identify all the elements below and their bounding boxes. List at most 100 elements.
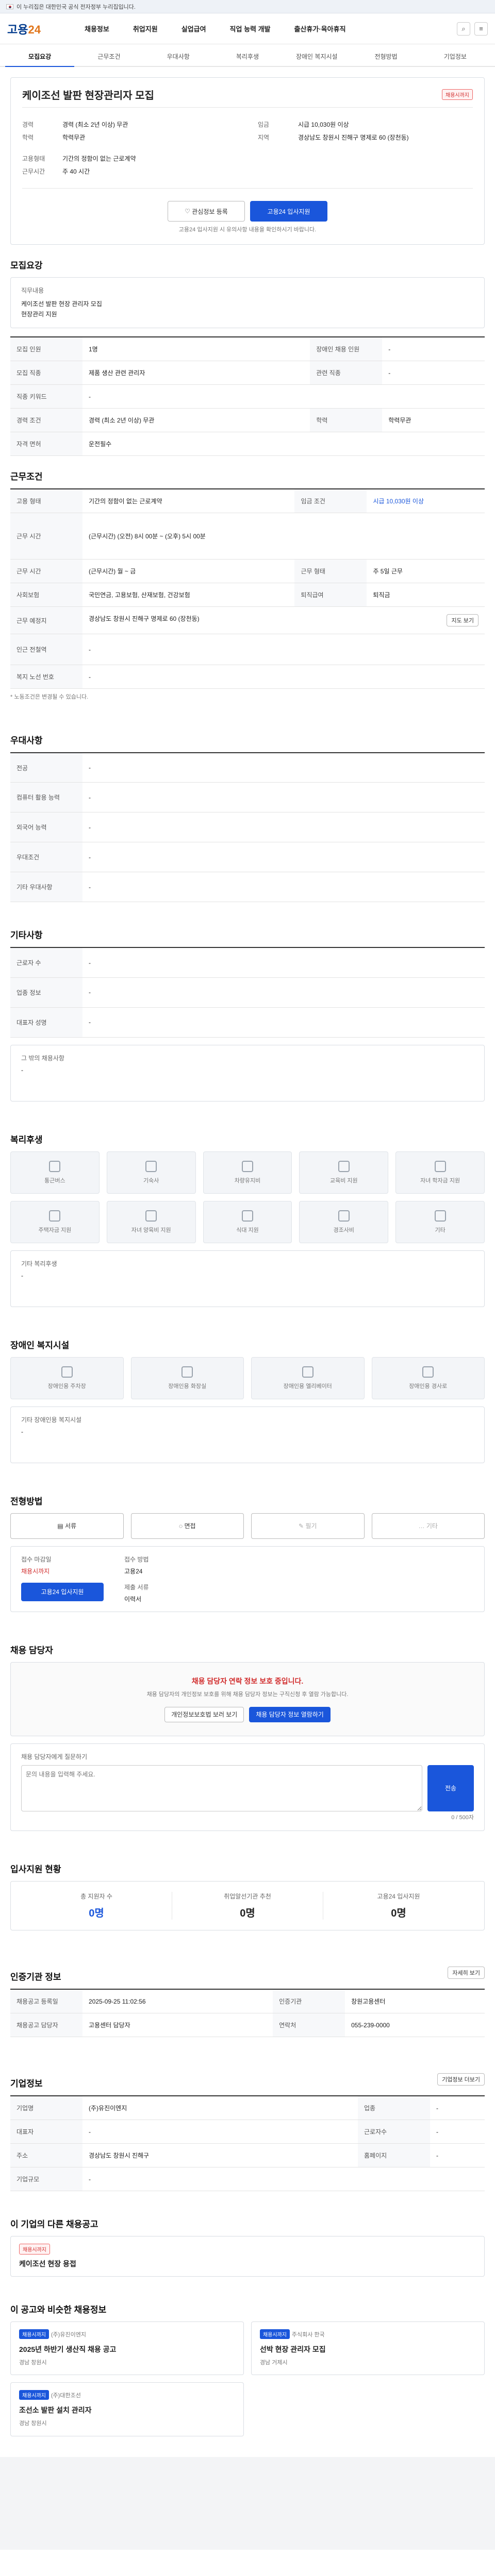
toilet-icon: [182, 1366, 193, 1378]
field-value: 주 40 시간: [62, 168, 90, 175]
nav-item[interactable]: 실업급여: [182, 24, 206, 33]
deadline-badge: 채용시까지: [442, 89, 473, 100]
disab-item: 장애인용 주차장: [10, 1357, 124, 1399]
cap-icon: [434, 1160, 446, 1172]
house-icon: [49, 1210, 61, 1222]
privacy-button[interactable]: 개인정보보호법 보러 보기: [164, 1706, 244, 1722]
section-title: 이 공고와 비슷한 채용정보: [10, 2305, 107, 2315]
process-steps: ▤ 서류 ◌ 면접 ✎ 필기 … 기타: [10, 1513, 485, 1539]
section-title: 전형방법: [10, 1496, 43, 1506]
tab-pref[interactable]: 우대사항: [144, 52, 213, 66]
field-label: 학력: [22, 134, 34, 141]
tab-recruit[interactable]: 모집요강: [5, 52, 75, 67]
map-button[interactable]: 지도 보기: [447, 614, 478, 627]
bus-icon: [49, 1160, 61, 1172]
recommend-card[interactable]: 채용시까지 (주)유진이엔지 2025년 하반기 생산직 채용 공고 경남 창원시: [10, 2321, 244, 2376]
site-logo[interactable]: 고용24: [7, 21, 74, 37]
main-nav: 채용정보 취업지원 실업급여 직업 능력 개발 출산휴가·육아휴직: [74, 24, 457, 33]
section-title: 채용 담당자: [10, 1645, 53, 1655]
field-value: 경상남도 창원시 진해구 명제로 60 (장천동): [298, 134, 409, 141]
gov-banner: 이 누리집은 대한민국 공식 전자정부 누리집입니다.: [0, 0, 495, 13]
doc-icon: ▤: [57, 1522, 65, 1530]
disab-grid: 장애인용 주차장 장애인용 화장실 장애인용 엘리베이터 장애인용 경사로: [10, 1357, 485, 1399]
contact-protect: 채용 담당자 연락 정보 보호 중입니다. 채용 담당자의 개인정보 보호를 위…: [10, 1662, 485, 1736]
baby-icon: [145, 1210, 157, 1222]
welfare-item: 기타: [395, 1200, 485, 1243]
step-interview: ◌ 면접: [130, 1513, 244, 1539]
gift-icon: [338, 1210, 350, 1222]
stats-box: 총 지원자 수 0명 취업알선기관 추천 0명 고용24 입사지원 0명: [10, 1881, 485, 1931]
field-label: 근무시간: [22, 168, 45, 175]
duty-label: 직무내용: [21, 286, 44, 294]
step-written: ✎ 필기: [251, 1513, 365, 1539]
company-more-button[interactable]: 기업정보 더보기: [437, 2073, 485, 2086]
elevator-icon: [302, 1366, 314, 1378]
view-contact-button[interactable]: 채용 담당자 정보 열람하기: [249, 1706, 331, 1722]
field-label: 경력: [22, 121, 34, 128]
logo-accent: 24: [28, 23, 41, 36]
tab-work[interactable]: 근무조건: [74, 52, 143, 66]
welfare-item: 자녀 양육비 지원: [106, 1200, 196, 1243]
ask-submit[interactable]: 전송: [427, 1765, 474, 1811]
job-summary: 케이조선 발판 현장관리자 모집 채용시까지 경력 경력 (최소 2년 이상) 무…: [10, 77, 485, 245]
welfare-item: 식대 지원: [203, 1200, 292, 1243]
parking-icon: [61, 1366, 73, 1378]
recommend-card[interactable]: 채용시까지 주식회사 한국 선박 현장 관리자 모집 경남 거제시: [251, 2321, 485, 2376]
apply-button-2[interactable]: 고용24 입사지원: [21, 1582, 104, 1601]
nav-item[interactable]: 출산휴가·육아휴직: [294, 24, 346, 33]
nav-item[interactable]: 채용정보: [85, 24, 109, 33]
section-title: 기업정보: [10, 2079, 43, 2089]
menu-icon[interactable]: ≡: [474, 22, 488, 36]
nav-item[interactable]: 직업 능력 개발: [230, 24, 271, 33]
apply-button[interactable]: 고용24 입사지원: [250, 201, 327, 222]
pen-icon: ✎: [299, 1522, 306, 1530]
tab-company[interactable]: 기업정보: [421, 52, 490, 66]
welfare-grid: 통근버스 기숙사 차량유지비 교육비 지원 자녀 학자금 지원 주택자금 지원 …: [10, 1151, 485, 1243]
field-label: 고용형태: [22, 155, 45, 162]
step-etc: … 기타: [371, 1513, 485, 1539]
welfare-item: 주택자금 지원: [10, 1200, 100, 1243]
gov-banner-text: 이 누리집은 대한민국 공식 전자정부 누리집입니다.: [16, 4, 136, 10]
scrap-button[interactable]: ♡ 관심정보 등록: [168, 201, 245, 222]
scrap-label: 관심정보 등록: [192, 208, 228, 215]
section-title: 우대사항: [10, 735, 43, 745]
section-title: 모집요강: [10, 260, 43, 270]
welfare-item: 자녀 학자금 지원: [395, 1151, 485, 1194]
site-footer: [0, 2456, 495, 2550]
job-title: 케이조선 발판 현장관리자 모집: [22, 90, 154, 101]
etc-icon: …: [418, 1522, 426, 1530]
work-table: 고용 형태 기간의 정함이 없는 근로계약 임금 조건 시급 10,030원 이상 근…: [10, 488, 485, 689]
field-label: 임금: [258, 121, 270, 128]
recruit-table: 모집 인원 1명 장애인 채용 인원 - 모집 직종 제품 생산 관련 관리자 관련 직종…: [10, 336, 485, 456]
company-table: 기업명 (주)유진이엔지 업종 - 대표자 - 근로자수 - 주소 경상남도 창원시 진해구 홈…: [10, 2095, 485, 2192]
ask-input[interactable]: [21, 1765, 422, 1811]
etc-table: 근로자 수- 업종 정보 - 대표자 성명 -: [10, 947, 485, 1038]
field-label: 지역: [258, 134, 270, 141]
disab-item: 장애인용 경사로: [371, 1357, 485, 1399]
welfare-item: 기숙사: [106, 1151, 196, 1194]
step-doc: ▤ 서류: [10, 1513, 124, 1539]
welfare-item: 통근버스: [10, 1151, 100, 1194]
site-header: 고용24 채용정보 취업지원 실업급여 직업 능력 개발 출산휴가·육아휴직 ⌕…: [0, 13, 495, 44]
section-title: 복리후생: [10, 1134, 43, 1145]
search-icon[interactable]: ⌕: [457, 22, 470, 36]
tab-welfare[interactable]: 복리후생: [213, 52, 282, 66]
welfare-item: 교육비 지원: [299, 1151, 389, 1194]
duty-text: 케이조선 발판 현장 관리자 모집 현장관리 지원: [21, 300, 102, 318]
nav-item[interactable]: 취업지원: [133, 24, 158, 33]
disab-etc: 기타 장애인용 복지시설 -: [10, 1406, 485, 1463]
section-title: 기타사항: [10, 930, 43, 941]
tab-disab[interactable]: 장애인 복지시설: [282, 52, 351, 66]
welfare-etc: 기타 복리후생 -: [10, 1250, 485, 1307]
info-more-button[interactable]: 자세히 보기: [448, 1966, 485, 1979]
similar-card[interactable]: 채용시까지 케이조선 현장 용접: [10, 2236, 485, 2277]
etc-icon: [434, 1210, 446, 1222]
welfare-item: 경조사비: [299, 1200, 389, 1243]
tab-process[interactable]: 전형방법: [351, 52, 420, 66]
work-note: * 노동조건은 변경될 수 있습니다.: [10, 694, 89, 701]
logo-main: 고용: [7, 23, 28, 36]
recommend-card[interactable]: 채용시까지 (주)대한조선 조선소 발판 설치 관리자 경남 창원시: [10, 2382, 244, 2436]
apply-box: 접수 마감일 채용시까지 고용24 입사지원 접수 방법 고용24 제출 서류 …: [10, 1546, 485, 1612]
pref-table: 전공 - 컴퓨터 활용 능력 - 외국어 능력 - 우대조건 - 기타 우대사항 -: [10, 752, 485, 903]
meal-icon: [241, 1210, 253, 1222]
